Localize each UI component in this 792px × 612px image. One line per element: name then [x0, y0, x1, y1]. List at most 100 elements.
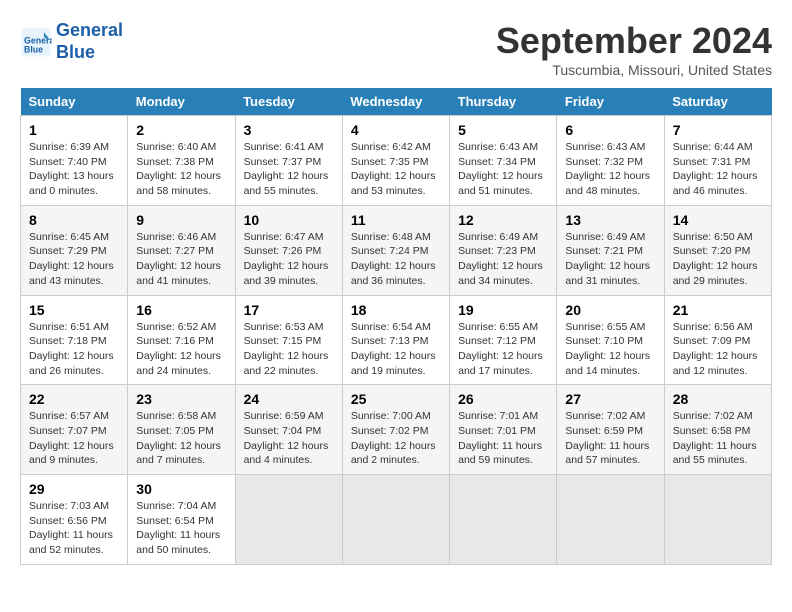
- weekday-header-row: SundayMondayTuesdayWednesdayThursdayFrid…: [21, 88, 772, 116]
- day-info: Sunrise: 6:59 AMSunset: 7:04 PMDaylight:…: [244, 409, 334, 468]
- day-info: Sunrise: 6:55 AMSunset: 7:10 PMDaylight:…: [565, 320, 655, 379]
- day-number: 6: [565, 122, 655, 138]
- day-number: 7: [673, 122, 763, 138]
- day-info: Sunrise: 6:39 AMSunset: 7:40 PMDaylight:…: [29, 140, 119, 199]
- calendar-cell: 25 Sunrise: 7:00 AMSunset: 7:02 PMDayligh…: [342, 385, 449, 475]
- day-info: Sunrise: 7:03 AMSunset: 6:56 PMDaylight:…: [29, 499, 119, 558]
- day-info: Sunrise: 6:49 AMSunset: 7:23 PMDaylight:…: [458, 230, 548, 289]
- day-info: Sunrise: 6:53 AMSunset: 7:15 PMDaylight:…: [244, 320, 334, 379]
- day-info: Sunrise: 6:56 AMSunset: 7:09 PMDaylight:…: [673, 320, 763, 379]
- calendar-cell: 30Sunrise: 7:04 AMSunset: 6:54 PMDayligh…: [128, 475, 235, 565]
- calendar-cell: 18 Sunrise: 6:54 AMSunset: 7:13 PMDayligh…: [342, 295, 449, 385]
- weekday-header: Sunday: [21, 88, 128, 116]
- day-info: Sunrise: 6:40 AMSunset: 7:38 PMDaylight:…: [136, 140, 226, 199]
- day-info: Sunrise: 6:51 AMSunset: 7:18 PMDaylight:…: [29, 320, 119, 379]
- calendar-cell: [342, 475, 449, 565]
- day-info: Sunrise: 6:58 AMSunset: 7:05 PMDaylight:…: [136, 409, 226, 468]
- day-number: 28: [673, 391, 763, 407]
- day-info: Sunrise: 6:55 AMSunset: 7:12 PMDaylight:…: [458, 320, 548, 379]
- day-number: 16: [136, 302, 226, 318]
- day-number: 1: [29, 122, 119, 138]
- weekday-header: Wednesday: [342, 88, 449, 116]
- logo-text: GeneralBlue: [56, 20, 123, 63]
- calendar-cell: 10 Sunrise: 6:47 AMSunset: 7:26 PMDayligh…: [235, 205, 342, 295]
- day-info: Sunrise: 6:48 AMSunset: 7:24 PMDaylight:…: [351, 230, 441, 289]
- day-number: 23: [136, 391, 226, 407]
- day-info: Sunrise: 6:43 AMSunset: 7:34 PMDaylight:…: [458, 140, 548, 199]
- weekday-header: Monday: [128, 88, 235, 116]
- day-number: 5: [458, 122, 548, 138]
- calendar-cell: 24Sunrise: 6:59 AMSunset: 7:04 PMDayligh…: [235, 385, 342, 475]
- month-title: September 2024: [496, 20, 772, 62]
- calendar-cell: 14 Sunrise: 6:50 AMSunset: 7:20 PMDayligh…: [664, 205, 771, 295]
- day-info: Sunrise: 7:01 AMSunset: 7:01 PMDaylight:…: [458, 409, 548, 468]
- page-header: General Blue GeneralBlue September 2024 …: [20, 20, 772, 78]
- calendar-cell: 27Sunrise: 7:02 AMSunset: 6:59 PMDayligh…: [557, 385, 664, 475]
- calendar-cell: 9 Sunrise: 6:46 AMSunset: 7:27 PMDaylight…: [128, 205, 235, 295]
- day-number: 18: [351, 302, 441, 318]
- day-number: 25: [351, 391, 441, 407]
- day-info: Sunrise: 7:00 AMSunset: 7:02 PMDaylight:…: [351, 409, 441, 468]
- weekday-header: Tuesday: [235, 88, 342, 116]
- day-info: Sunrise: 6:41 AMSunset: 7:37 PMDaylight:…: [244, 140, 334, 199]
- calendar-week-row: 1 Sunrise: 6:39 AMSunset: 7:40 PMDaylight…: [21, 116, 772, 206]
- day-number: 30: [136, 481, 226, 497]
- calendar-cell: 29 Sunrise: 7:03 AMSunset: 6:56 PMDayligh…: [21, 475, 128, 565]
- calendar-week-row: 8 Sunrise: 6:45 AMSunset: 7:29 PMDaylight…: [21, 205, 772, 295]
- calendar-cell: 5 Sunrise: 6:43 AMSunset: 7:34 PMDaylight…: [450, 116, 557, 206]
- day-info: Sunrise: 6:42 AMSunset: 7:35 PMDaylight:…: [351, 140, 441, 199]
- weekday-header: Saturday: [664, 88, 771, 116]
- calendar-cell: 23 Sunrise: 6:58 AMSunset: 7:05 PMDayligh…: [128, 385, 235, 475]
- day-info: Sunrise: 6:49 AMSunset: 7:21 PMDaylight:…: [565, 230, 655, 289]
- location: Tuscumbia, Missouri, United States: [496, 62, 772, 78]
- day-number: 11: [351, 212, 441, 228]
- calendar-cell: 26 Sunrise: 7:01 AMSunset: 7:01 PMDayligh…: [450, 385, 557, 475]
- day-info: Sunrise: 6:52 AMSunset: 7:16 PMDaylight:…: [136, 320, 226, 379]
- calendar-cell: 3 Sunrise: 6:41 AMSunset: 7:37 PMDaylight…: [235, 116, 342, 206]
- day-number: 13: [565, 212, 655, 228]
- calendar-cell: 15 Sunrise: 6:51 AMSunset: 7:18 PMDayligh…: [21, 295, 128, 385]
- day-number: 15: [29, 302, 119, 318]
- day-info: Sunrise: 6:47 AMSunset: 7:26 PMDaylight:…: [244, 230, 334, 289]
- calendar-week-row: 29 Sunrise: 7:03 AMSunset: 6:56 PMDayligh…: [21, 475, 772, 565]
- calendar-cell: 1 Sunrise: 6:39 AMSunset: 7:40 PMDaylight…: [21, 116, 128, 206]
- calendar-cell: 21Sunrise: 6:56 AMSunset: 7:09 PMDayligh…: [664, 295, 771, 385]
- day-number: 10: [244, 212, 334, 228]
- day-number: 29: [29, 481, 119, 497]
- day-number: 12: [458, 212, 548, 228]
- calendar-cell: 8 Sunrise: 6:45 AMSunset: 7:29 PMDaylight…: [21, 205, 128, 295]
- day-number: 19: [458, 302, 548, 318]
- day-number: 17: [244, 302, 334, 318]
- calendar-week-row: 22 Sunrise: 6:57 AMSunset: 7:07 PMDayligh…: [21, 385, 772, 475]
- calendar-cell: 13 Sunrise: 6:49 AMSunset: 7:21 PMDayligh…: [557, 205, 664, 295]
- day-info: Sunrise: 6:57 AMSunset: 7:07 PMDaylight:…: [29, 409, 119, 468]
- day-info: Sunrise: 6:45 AMSunset: 7:29 PMDaylight:…: [29, 230, 119, 289]
- day-number: 8: [29, 212, 119, 228]
- calendar-week-row: 15 Sunrise: 6:51 AMSunset: 7:18 PMDayligh…: [21, 295, 772, 385]
- calendar-cell: 16 Sunrise: 6:52 AMSunset: 7:16 PMDayligh…: [128, 295, 235, 385]
- calendar-cell: 19 Sunrise: 6:55 AMSunset: 7:12 PMDayligh…: [450, 295, 557, 385]
- weekday-header: Thursday: [450, 88, 557, 116]
- day-info: Sunrise: 6:50 AMSunset: 7:20 PMDaylight:…: [673, 230, 763, 289]
- day-number: 2: [136, 122, 226, 138]
- day-number: 20: [565, 302, 655, 318]
- title-section: September 2024 Tuscumbia, Missouri, Unit…: [496, 20, 772, 78]
- day-info: Sunrise: 6:54 AMSunset: 7:13 PMDaylight:…: [351, 320, 441, 379]
- day-number: 3: [244, 122, 334, 138]
- logo: General Blue GeneralBlue: [20, 20, 123, 63]
- day-number: 22: [29, 391, 119, 407]
- calendar-cell: 4 Sunrise: 6:42 AMSunset: 7:35 PMDaylight…: [342, 116, 449, 206]
- calendar-cell: 7Sunrise: 6:44 AMSunset: 7:31 PMDaylight…: [664, 116, 771, 206]
- day-info: Sunrise: 7:02 AMSunset: 6:58 PMDaylight:…: [673, 409, 763, 468]
- day-number: 14: [673, 212, 763, 228]
- weekday-header: Friday: [557, 88, 664, 116]
- calendar-cell: 22 Sunrise: 6:57 AMSunset: 7:07 PMDayligh…: [21, 385, 128, 475]
- day-number: 26: [458, 391, 548, 407]
- day-number: 4: [351, 122, 441, 138]
- calendar-cell: [664, 475, 771, 565]
- day-info: Sunrise: 6:46 AMSunset: 7:27 PMDaylight:…: [136, 230, 226, 289]
- day-number: 9: [136, 212, 226, 228]
- calendar-cell: 20 Sunrise: 6:55 AMSunset: 7:10 PMDayligh…: [557, 295, 664, 385]
- calendar-cell: 2 Sunrise: 6:40 AMSunset: 7:38 PMDaylight…: [128, 116, 235, 206]
- calendar-cell: 11 Sunrise: 6:48 AMSunset: 7:24 PMDayligh…: [342, 205, 449, 295]
